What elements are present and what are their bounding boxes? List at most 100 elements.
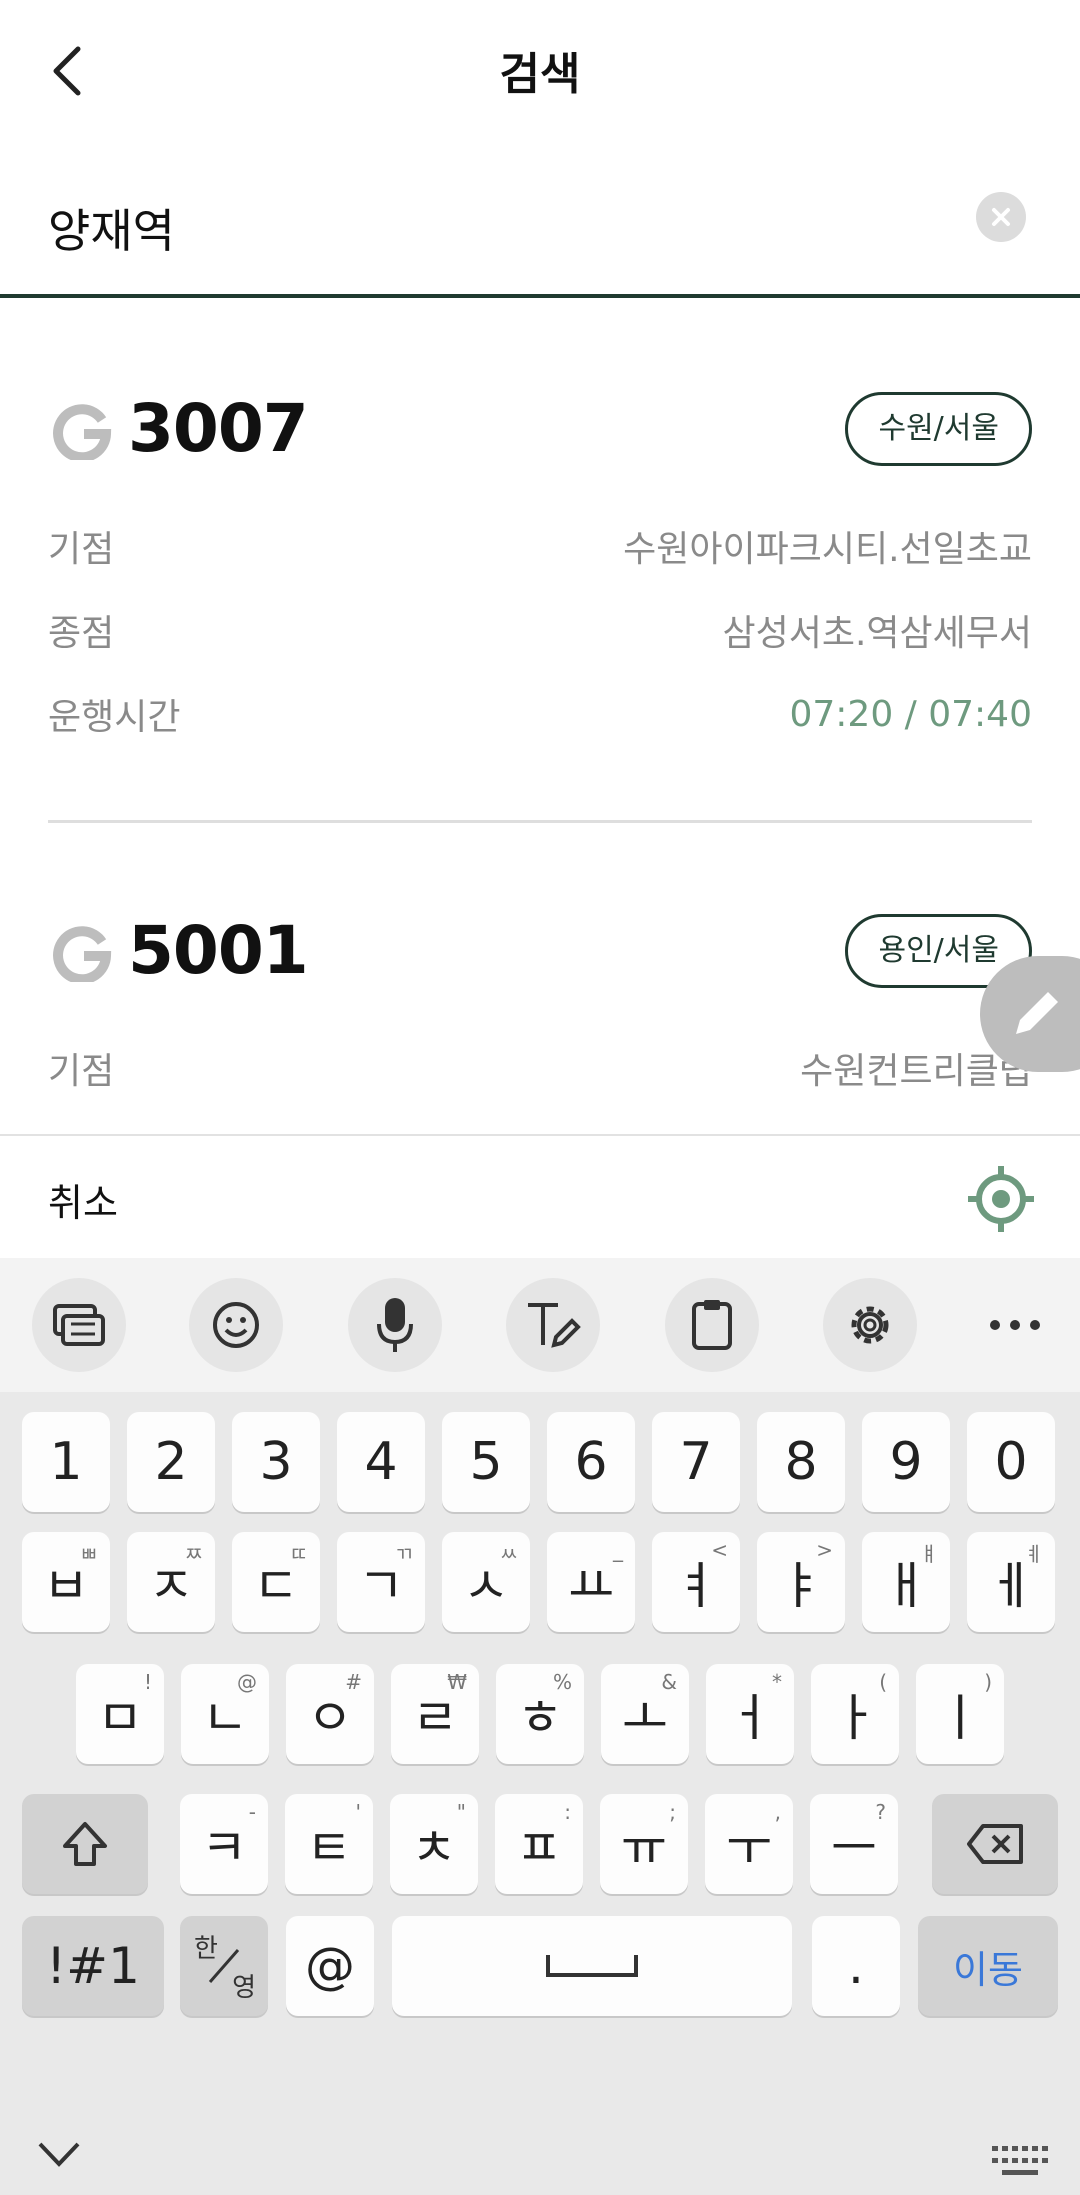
key-secondary-label: @ (237, 1670, 257, 1694)
key-number[interactable]: 8 (757, 1412, 845, 1512)
key-letter[interactable]: ㄴ @ (181, 1664, 269, 1764)
key-secondary-label: ㄲ (394, 1542, 413, 1566)
symbols-key[interactable]: !#1 (22, 1916, 164, 2016)
info-row-end: 종점 삼성서초.역삼세무서 (48, 588, 1032, 672)
route-card-5001[interactable]: 5001 용인/서울 기점 수원컨트리클럽 (48, 908, 1032, 1110)
info-row-start: 기점 수원아이파크시티.선일초교 (48, 504, 1032, 588)
page-title: 검색 (499, 49, 581, 100)
key-secondary-label: ㅃ (79, 1542, 98, 1566)
key-letter[interactable]: ㅠ; (600, 1794, 688, 1894)
key-label: 7 (679, 1432, 713, 1492)
at-key[interactable]: @ (286, 1916, 374, 2016)
key-letter[interactable]: ㅑ > (757, 1532, 845, 1632)
key-number[interactable]: 5 (442, 1412, 530, 1512)
key-secondary-label: _ (613, 1538, 623, 1562)
info-label: 기점 (48, 529, 115, 570)
key-number[interactable]: 2 (127, 1412, 215, 1512)
info-label: 기점 (48, 1051, 115, 1092)
route-number: 5001 (128, 912, 309, 989)
key-secondary-label: ' (355, 1800, 362, 1824)
key-label: . (848, 1937, 864, 1995)
key-letter[interactable]: ㄷㄸ (232, 1532, 320, 1632)
route-card-3007[interactable]: 3007 수원/서울 기점 수원아이파크시티.선일초교 종점 삼성서초.역삼세무… (48, 386, 1032, 756)
gear-icon[interactable] (823, 1278, 917, 1372)
key-letter[interactable]: ㅂㅃ (22, 1532, 110, 1632)
more-icon[interactable] (968, 1278, 1062, 1372)
key-secondary-label: ㅖ (1024, 1542, 1043, 1566)
search-bar (0, 160, 1080, 298)
key-secondary-label: - (248, 1800, 256, 1824)
key-label: ㅊ (411, 1819, 457, 1877)
route-number: 3007 (128, 390, 309, 467)
key-letter[interactable]: ㅇ # (286, 1664, 374, 1764)
key-label: ㅏ (832, 1689, 878, 1747)
key-secondary-label: ! (143, 1670, 152, 1694)
language-switch-key[interactable]: 한영 (180, 1916, 268, 2016)
lang-bottom: 영 (232, 1973, 256, 2003)
key-letter[interactable]: ㄱㄲ (337, 1532, 425, 1632)
key-letter[interactable]: ㅈㅉ (127, 1532, 215, 1632)
key-label: ㅡ (831, 1819, 877, 1877)
key-letter[interactable]: ㅎ% (496, 1664, 584, 1764)
period-key[interactable]: . (812, 1916, 900, 2016)
key-letter[interactable]: ㄹ ₩ (391, 1664, 479, 1764)
key-number[interactable]: 6 (547, 1412, 635, 1512)
key-secondary-label: ㅉ (184, 1542, 203, 1566)
key-number[interactable]: 0 (967, 1412, 1055, 1512)
keyboard-icon[interactable] (32, 1278, 126, 1372)
key-letter[interactable]: ㅡ? (810, 1794, 898, 1894)
cancel-button[interactable]: 취소 (48, 1172, 118, 1227)
key-number[interactable]: 7 (652, 1412, 740, 1512)
key-secondary-label: , (774, 1800, 781, 1824)
key-number[interactable]: 9 (862, 1412, 950, 1512)
region-badge: 수원/서울 (845, 392, 1032, 466)
key-secondary-label: ㄸ (289, 1542, 308, 1566)
key-secondary-label: ₩ (447, 1670, 467, 1694)
clipboard-icon[interactable] (665, 1278, 759, 1372)
close-icon (992, 208, 1010, 226)
on-screen-keyboard: 1 2 3 4 5 6 7 8 9 0 ㅂㅃㅈㅉㄷㄸㄱㄲㅅㅆㅛ _ ㅕ < ㅑ > ㅐㅒㅔㅖㅁ! ㄴ @ ㅇ # ㄹ ₩ ㅎ%… (0, 1258, 1080, 2195)
search-input[interactable] (48, 188, 948, 268)
enter-key[interactable]: 이동 (918, 1916, 1058, 2016)
key-label: 이동 (953, 1947, 1023, 1992)
my-location-icon[interactable] (966, 1164, 1036, 1234)
key-letter[interactable]: ㅅㅆ (442, 1532, 530, 1632)
backspace-key[interactable] (932, 1794, 1058, 1894)
key-letter[interactable]: ㅕ < (652, 1532, 740, 1632)
key-letter[interactable]: ㅏ( (811, 1664, 899, 1764)
handwriting-icon[interactable] (506, 1278, 600, 1372)
key-label: @ (305, 1937, 355, 1995)
key-label: ㅛ (568, 1557, 614, 1615)
key-letter[interactable]: ㅌ ' (285, 1794, 373, 1894)
hide-keyboard-chevron-icon[interactable] (36, 2140, 82, 2170)
key-secondary-label: : (564, 1800, 571, 1824)
key-letter[interactable]: ㅋ- (180, 1794, 268, 1894)
key-letter[interactable]: ㅐㅒ (862, 1532, 950, 1632)
key-number[interactable]: 4 (337, 1412, 425, 1512)
key-letter[interactable]: ㅔㅖ (967, 1532, 1055, 1632)
key-label: ㅁ (97, 1689, 143, 1747)
key-letter[interactable]: ㅛ _ (547, 1532, 635, 1632)
key-letter[interactable]: ㅓ * (706, 1664, 794, 1764)
key-letter[interactable]: ㅜ, (705, 1794, 793, 1894)
shift-key[interactable] (22, 1794, 148, 1894)
emoji-icon[interactable] (189, 1278, 283, 1372)
g-route-logo-icon (53, 404, 112, 460)
space-key[interactable] (392, 1916, 792, 2016)
keyboard-toolbar (0, 1258, 1080, 1392)
clear-search-button[interactable] (976, 192, 1026, 242)
key-secondary-label: % (552, 1670, 572, 1694)
key-number[interactable]: 1 (22, 1412, 110, 1512)
key-number[interactable]: 3 (232, 1412, 320, 1512)
key-letter[interactable]: ㅊ " (390, 1794, 478, 1894)
mic-icon[interactable] (348, 1278, 442, 1372)
info-row-time: 운행시간 07:20 / 07:40 (48, 672, 1032, 756)
key-letter[interactable]: ㅣ) (916, 1664, 1004, 1764)
key-letter[interactable]: ㅗ & (601, 1664, 689, 1764)
key-label: ㅓ (727, 1689, 773, 1747)
key-letter[interactable]: ㅁ! (76, 1664, 164, 1764)
keyboard-switch-icon[interactable] (992, 2146, 1048, 2178)
key-letter[interactable]: ㅍ: (495, 1794, 583, 1894)
key-label: 5 (469, 1432, 503, 1492)
key-secondary-label: ) (984, 1670, 992, 1694)
